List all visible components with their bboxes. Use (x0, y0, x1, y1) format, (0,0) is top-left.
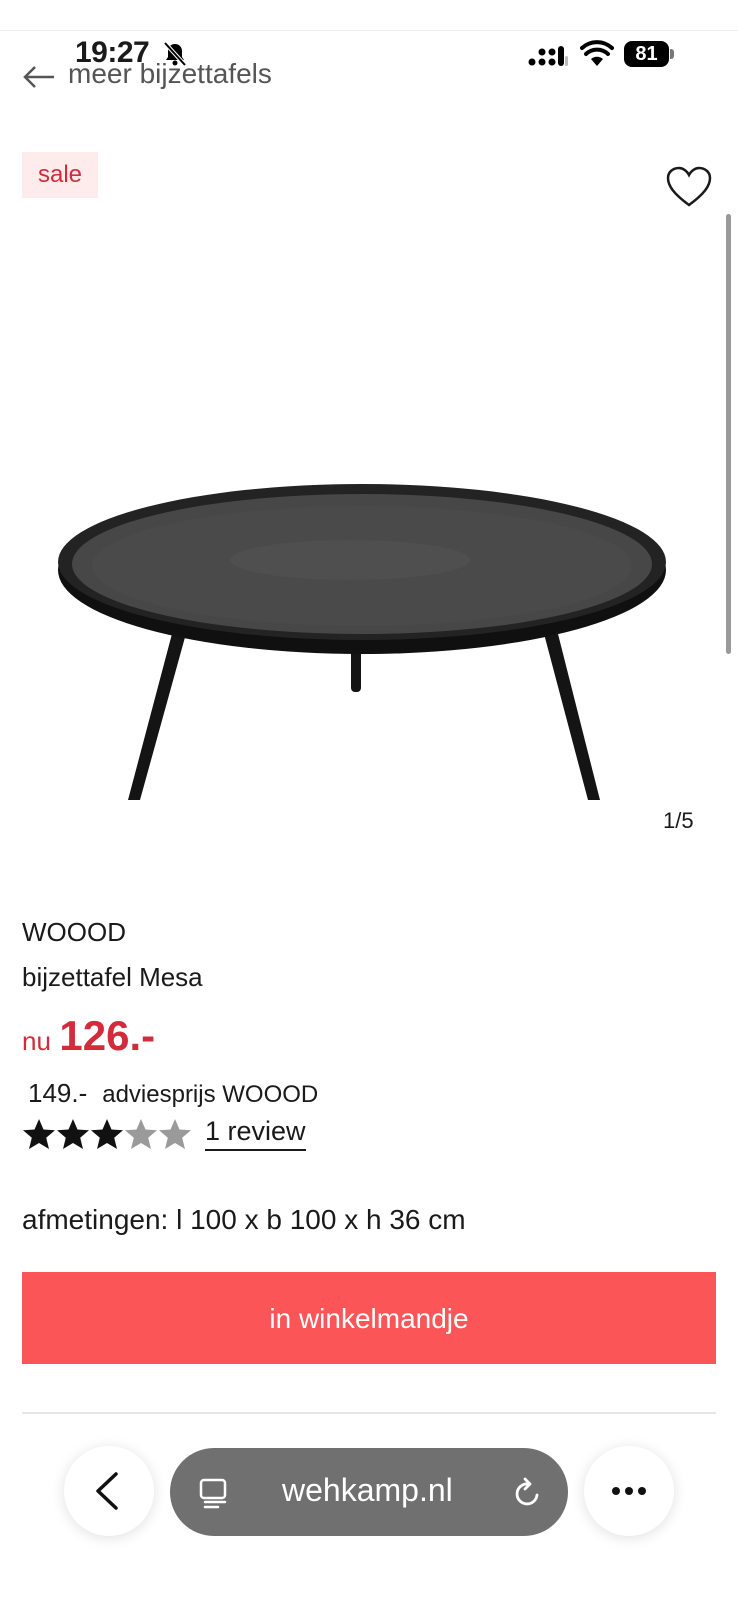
section-divider (22, 1412, 716, 1414)
wifi-icon (580, 40, 614, 66)
star-filled-icon (23, 1119, 55, 1149)
heart-icon[interactable] (666, 166, 712, 208)
current-price: 126.- (59, 1012, 156, 1059)
signal-icon (528, 46, 568, 66)
star-rating (22, 1118, 192, 1150)
battery-icon: 81 (624, 41, 674, 69)
product-title: bijzettafel Mesa (22, 962, 203, 992)
battery-level: 81 (624, 41, 669, 67)
more-options-button[interactable] (584, 1446, 674, 1536)
price-row: nu 126.- (22, 1012, 155, 1060)
star-empty-icon (125, 1119, 157, 1149)
url-text[interactable]: wehkamp.nl (282, 1472, 453, 1509)
top-divider (0, 30, 738, 31)
advice-price: 149.- (28, 1078, 88, 1108)
star-filled-icon (91, 1119, 123, 1149)
product-image[interactable] (50, 470, 690, 830)
price-prefix: nu (22, 1026, 51, 1056)
add-to-cart-button[interactable]: in winkelmandje (22, 1272, 716, 1364)
page-menu-icon[interactable] (198, 1476, 230, 1510)
advice-label: adviesprijs WOOOD (102, 1081, 319, 1108)
scrollbar[interactable] (726, 214, 731, 654)
product-brand[interactable]: WOOOD (22, 917, 126, 948)
star-empty-icon (159, 1119, 191, 1149)
product-dimensions: afmetingen: l 100 x b 100 x h 36 cm (22, 1204, 466, 1235)
review-link[interactable]: 1 review (205, 1116, 306, 1151)
image-counter: 1/5 (663, 808, 694, 833)
reload-icon[interactable] (512, 1476, 544, 1510)
back-arrow-icon[interactable] (22, 64, 56, 90)
back-link[interactable]: meer bijzettafels (68, 58, 272, 90)
browser-back-button[interactable] (64, 1446, 154, 1536)
star-filled-icon (57, 1119, 89, 1149)
advice-price-row: 149.- adviesprijs WOOOD (28, 1078, 318, 1109)
ellipsis-icon (612, 1487, 646, 1495)
sale-badge: sale (22, 152, 98, 198)
chevron-left-icon (96, 1472, 118, 1510)
